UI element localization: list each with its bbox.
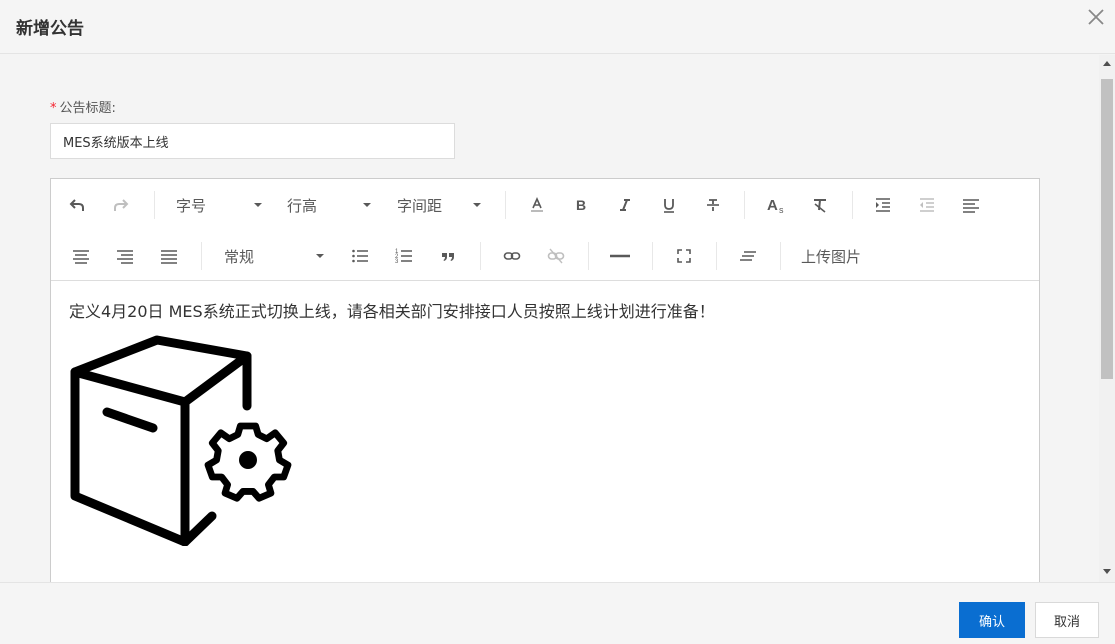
unordered-list-icon[interactable]	[346, 242, 374, 270]
chevron-down-icon	[254, 203, 262, 207]
dialog-body: *公告标题: 字号 行高 字间距	[0, 55, 1115, 582]
editor-toolbar: 字号 行高 字间距 B A s 常规 1 2 3 上传图片	[51, 179, 1039, 281]
fullscreen-icon[interactable]	[670, 242, 698, 270]
blockquote-icon[interactable]	[434, 242, 462, 270]
svg-text:A: A	[767, 197, 778, 214]
toolbar-divider	[480, 242, 481, 270]
toolbar-divider	[780, 242, 781, 270]
scroll-down-arrow-icon[interactable]	[1103, 569, 1111, 574]
toolbar-divider	[744, 191, 745, 219]
svg-text:s: s	[779, 205, 784, 215]
vertical-scrollbar[interactable]	[1099, 55, 1115, 582]
bold-icon[interactable]: B	[567, 191, 595, 219]
align-left-icon[interactable]	[957, 191, 985, 219]
letter-spacing-select[interactable]: 字间距	[397, 191, 481, 219]
align-center-icon[interactable]	[67, 242, 95, 270]
announcement-body-text: 定义4月20日 MES系统正式切换上线，请各相关部门安排接口人员按照上线计划进行…	[69, 302, 715, 321]
font-size-select[interactable]: 字号	[176, 191, 262, 219]
scroll-up-arrow-icon[interactable]	[1103, 61, 1111, 66]
italic-icon[interactable]	[611, 191, 639, 219]
align-justify-icon[interactable]	[155, 242, 183, 270]
editor-content[interactable]: 定义4月20日 MES系统正式切换上线，请各相关部门安排接口人员按照上线计划进行…	[51, 282, 1039, 582]
horizontal-rule-icon[interactable]	[606, 242, 634, 270]
toolbar-divider	[852, 191, 853, 219]
paragraph-style-label: 常规	[224, 247, 255, 266]
paragraph-style-select[interactable]: 常规	[224, 242, 324, 270]
dialog-title: 新增公告	[16, 19, 84, 39]
chevron-down-icon	[473, 203, 481, 207]
scroll-thumb[interactable]	[1101, 79, 1113, 379]
underline-icon[interactable]	[655, 191, 683, 219]
toolbar-divider	[154, 191, 155, 219]
cancel-button[interactable]: 取消	[1035, 602, 1099, 638]
ordered-list-icon[interactable]: 123	[390, 242, 418, 270]
svg-text:B: B	[576, 197, 586, 213]
announcement-title-input[interactable]	[50, 123, 455, 159]
toolbar-divider	[505, 191, 506, 219]
letter-spacing-label: 字间距	[397, 196, 443, 215]
package-settings-icon	[67, 334, 297, 547]
toolbar-row-1: 字号 行高 字间距 B A s	[51, 179, 1039, 231]
svg-text:3: 3	[395, 259, 399, 265]
undo-icon[interactable]	[63, 191, 91, 219]
toolbar-divider	[716, 242, 717, 270]
toolbar-row-2: 常规 123 上传图片	[51, 230, 1039, 282]
toolbar-divider	[201, 242, 202, 270]
redo-icon[interactable]	[107, 191, 135, 219]
strikethrough-icon[interactable]	[699, 191, 727, 219]
upload-image-button[interactable]: 上传图片	[801, 242, 861, 270]
title-label-text: 公告标题:	[59, 101, 116, 116]
dialog-header: 新增公告	[0, 0, 1115, 54]
font-size-label: 字号	[176, 196, 207, 215]
line-height-label: 行高	[287, 196, 318, 215]
font-color-icon[interactable]	[523, 191, 551, 219]
clear-icon[interactable]	[734, 242, 762, 270]
line-height-select[interactable]: 行高	[287, 191, 371, 219]
chevron-down-icon	[316, 254, 324, 258]
rich-text-editor: 字号 行高 字间距 B A s 常规 1 2 3 上传图片 定义4月20日 ME…	[50, 178, 1040, 582]
align-right-icon[interactable]	[111, 242, 139, 270]
indent-icon[interactable]	[869, 191, 897, 219]
required-mark: *	[50, 101, 57, 116]
clear-format-icon[interactable]	[806, 191, 834, 219]
link-icon[interactable]	[498, 242, 526, 270]
close-icon[interactable]	[1085, 6, 1107, 28]
dialog-footer: 确认 取消	[0, 582, 1115, 644]
confirm-button[interactable]: 确认	[959, 602, 1025, 638]
superscript-icon[interactable]: As	[763, 191, 791, 219]
unlink-icon[interactable]	[542, 242, 570, 270]
outdent-icon[interactable]	[913, 191, 941, 219]
chevron-down-icon	[363, 203, 371, 207]
toolbar-divider	[588, 242, 589, 270]
title-field-label: * 公告标题:	[50, 97, 116, 116]
add-announcement-dialog: 新增公告 *公告标题: 字号 行高 字间距	[0, 0, 1115, 644]
toolbar-divider	[652, 242, 653, 270]
